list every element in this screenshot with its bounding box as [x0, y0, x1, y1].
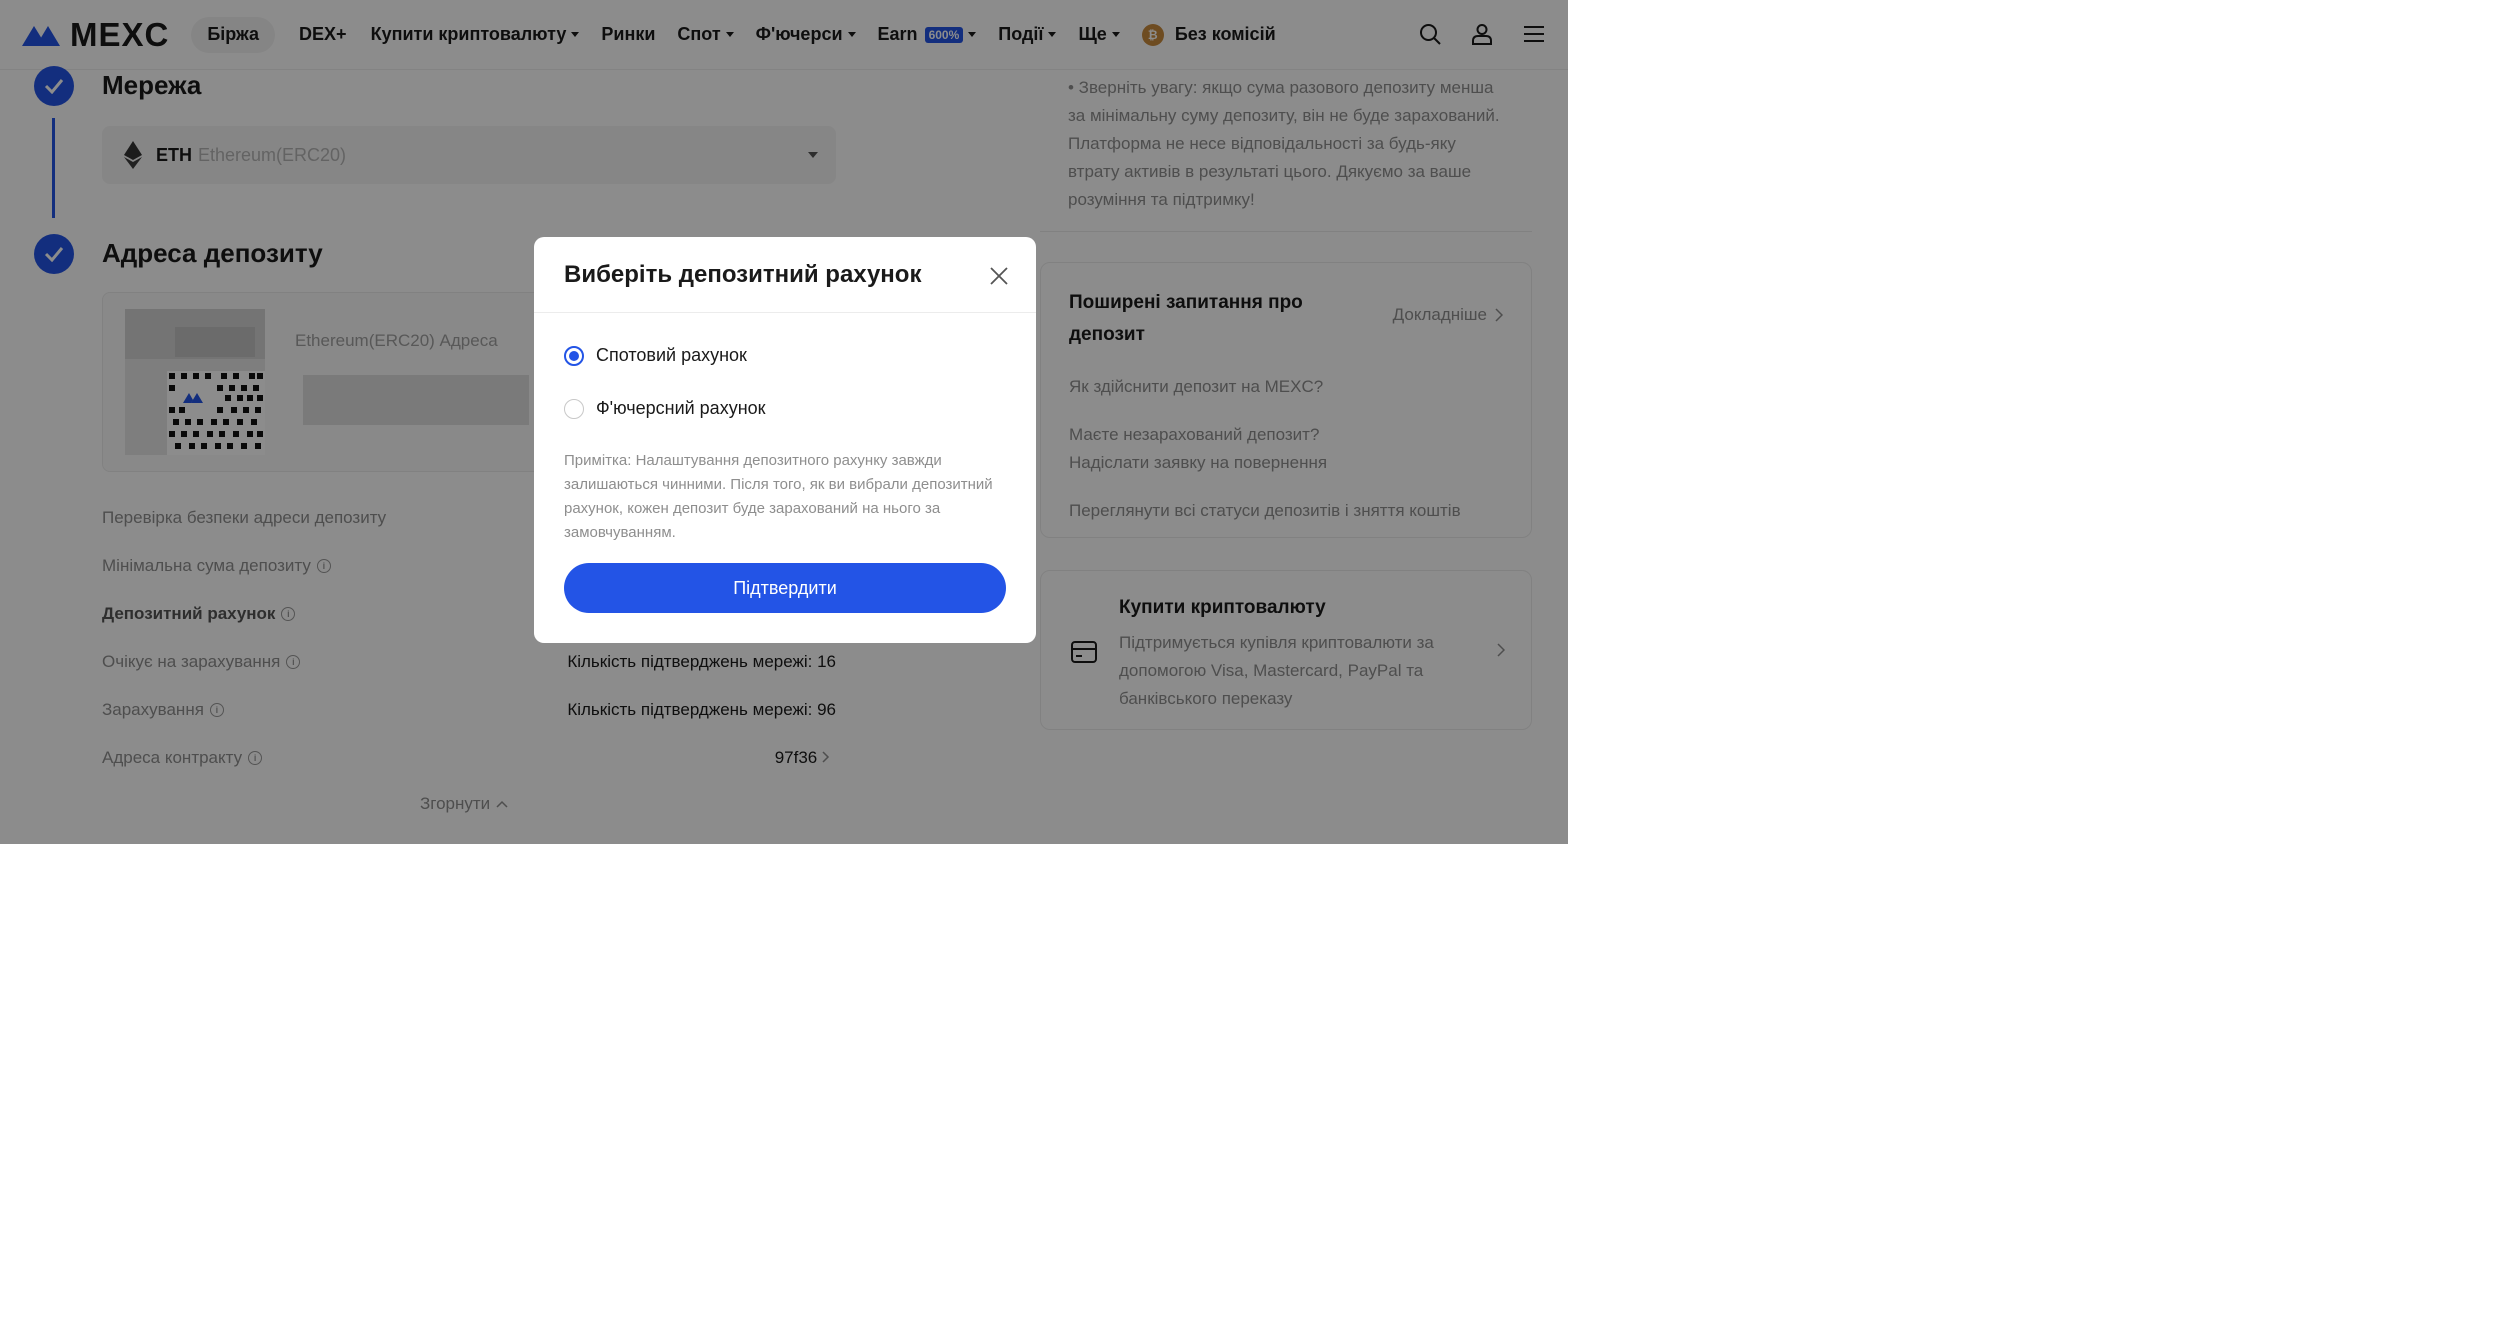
option-spot-label: Спотовий рахунок: [596, 345, 747, 365]
modal-header: Виберіть депозитний рахунок: [534, 237, 1036, 313]
option-futures-label: Ф'ючерсний рахунок: [596, 398, 766, 418]
deposit-account-modal: Виберіть депозитний рахунок Спотовий рах…: [534, 237, 1036, 643]
modal-title: Виберіть депозитний рахунок: [564, 261, 922, 288]
radio-spot[interactable]: [564, 345, 584, 366]
confirm-button[interactable]: Підтвердити: [564, 563, 1006, 613]
radio-futures[interactable]: [564, 398, 584, 419]
option-spot-account[interactable]: Спотовий рахунок: [564, 345, 747, 366]
option-futures-account[interactable]: Ф'ючерсний рахунок: [564, 398, 766, 419]
modal-note: Примітка: Налаштування депозитного рахун…: [564, 452, 993, 541]
close-icon[interactable]: [988, 265, 1010, 287]
radio-dot: [569, 350, 579, 361]
